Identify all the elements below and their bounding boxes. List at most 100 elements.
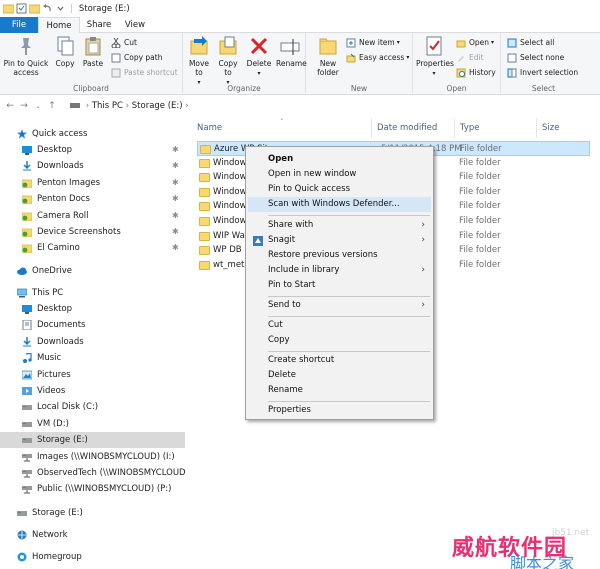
pin-quick-access-button[interactable]: Pin to Quick access [3, 35, 49, 77]
breadcrumb-separator-icon: › [185, 101, 189, 111]
sidebar-item-pc[interactable]: Desktop [0, 301, 185, 317]
sidebar-item-label: Pictures [37, 369, 71, 380]
edit-button[interactable]: Edit [456, 52, 484, 64]
menu-item-pin-start[interactable]: Pin to Start [248, 278, 431, 293]
sidebar-item-pinned[interactable]: Penton Docs ✱ [0, 191, 185, 207]
sidebar-item-label: Penton Images [37, 177, 101, 188]
sidebar-item-this-pc[interactable]: This PC [0, 285, 185, 301]
menu-item-properties[interactable]: Properties [248, 403, 431, 418]
chevron-down-icon[interactable] [55, 3, 66, 14]
move-to-button[interactable]: Move to ▾ [186, 35, 212, 87]
sidebar-item-onedrive[interactable]: OneDrive [0, 263, 185, 279]
sidebar-item-pc[interactable]: Local Disk (C:) [0, 399, 185, 415]
menu-item-delete[interactable]: Delete [248, 368, 431, 383]
forward-arrow-icon[interactable]: → [17, 101, 31, 111]
sidebar-item-pc[interactable]: Images (\\WINOBSMYCLOUD) (I:) [0, 449, 185, 465]
open-button[interactable]: Open ▾ [456, 37, 494, 49]
sidebar-item-pc[interactable]: Public (\\WINOBSMYCLOUD) (P:) [0, 481, 185, 497]
sidebar-item-quick-access[interactable]: Quick access [0, 126, 185, 142]
folder-icon [199, 260, 210, 270]
homegroup-icon [17, 552, 27, 562]
menu-item-open[interactable]: Open [248, 152, 431, 167]
copy-path-icon [111, 53, 121, 63]
easy-access-button[interactable]: Easy access ▾ [346, 52, 409, 64]
sidebar-item-pc[interactable]: Videos [0, 383, 185, 399]
tab-share[interactable]: Share [82, 17, 116, 33]
sidebar-item-pc[interactable]: ObservedTech (\\WINOBSMYCLOUD) (O [0, 465, 185, 481]
recent-locations-chevron-icon[interactable]: ⌄ [31, 103, 45, 110]
tab-home[interactable]: Home [38, 17, 80, 33]
menu-item-pin-quick-access[interactable]: Pin to Quick access [248, 182, 431, 197]
up-arrow-icon[interactable]: ↑ [45, 101, 59, 111]
sidebar-item-pinned[interactable]: Desktop ✱ [0, 142, 185, 158]
copy-button[interactable]: Copy [52, 35, 78, 68]
file-type: File folder [459, 201, 501, 212]
column-header-date[interactable]: Date modified [372, 118, 455, 138]
sidebar-item-homegroup[interactable]: Homegroup [0, 549, 185, 565]
history-button[interactable]: History [456, 67, 496, 79]
sidebar-item-pc[interactable]: Downloads [0, 334, 185, 350]
column-header-name[interactable]: Name ˄ [192, 118, 372, 138]
sidebar-item-pc[interactable]: Storage (E:) [0, 432, 185, 449]
sidebar-item-label: Music [37, 353, 62, 364]
menu-item-rename[interactable]: Rename [248, 383, 431, 398]
title-bar: | Storage (E:) [0, 0, 600, 17]
divider: | [70, 3, 73, 14]
sidebar-item-label: Quick access [32, 129, 88, 139]
select-all-button[interactable]: Select all [507, 37, 554, 49]
new-item-label: New item [359, 38, 395, 47]
delete-button[interactable]: Delete ▾ [246, 35, 272, 78]
menu-item-send-to[interactable]: Send to › [248, 298, 431, 313]
invert-selection-button[interactable]: Invert selection [507, 67, 578, 79]
tab-view[interactable]: View [118, 17, 152, 33]
sidebar-item-pinned[interactable]: Camera Roll ✱ [0, 208, 185, 224]
submenu-arrow-icon: › [421, 300, 425, 310]
new-folder-button[interactable]: New folder [313, 35, 343, 77]
breadcrumb-this-pc[interactable]: This PC [92, 101, 123, 111]
undo-icon[interactable] [42, 3, 53, 14]
sidebar-item-pc[interactable]: Music [0, 350, 185, 366]
breadcrumb-storage[interactable]: Storage (E:) [132, 101, 183, 111]
sidebar-item-pc[interactable]: Documents [0, 317, 185, 333]
new-folder-icon[interactable] [28, 3, 41, 14]
sidebar-item-pc[interactable]: VM (D:) [0, 416, 185, 432]
sidebar-item-pinned[interactable]: El Camino ✱ [0, 240, 185, 256]
sidebar-item-pinned[interactable]: Penton Images ✱ [0, 175, 185, 191]
menu-item-cut[interactable]: Cut [248, 318, 431, 333]
properties-icon[interactable] [16, 3, 27, 14]
easy-access-icon [346, 53, 356, 63]
edit-label: Edit [469, 53, 484, 62]
menu-item-restore-versions[interactable]: Restore previous versions [248, 248, 431, 263]
submenu-arrow-icon: › [421, 265, 425, 275]
delete-icon [248, 35, 270, 57]
properties-button[interactable]: Properties ▾ [416, 35, 454, 78]
menu-item-share-with[interactable]: Share with › [248, 218, 431, 233]
select-none-button[interactable]: Select none [507, 52, 564, 64]
sidebar-item-pinned[interactable]: Device Screenshots ✱ [0, 224, 185, 240]
copy-to-button[interactable]: Copy to ▾ [215, 35, 241, 87]
column-header-size[interactable]: Size [537, 118, 592, 138]
sidebar-item-network[interactable]: Network [0, 527, 185, 543]
paste-shortcut-button[interactable]: Paste shortcut [111, 67, 178, 79]
tab-file[interactable]: File [0, 17, 38, 33]
copy-to-label: Copy to [218, 59, 238, 77]
paste-button[interactable]: Paste [80, 35, 106, 68]
file-type: File folder [459, 216, 501, 226]
menu-item-copy[interactable]: Copy [248, 333, 431, 348]
sidebar-item-label: This PC [32, 288, 64, 298]
sidebar-item-pinned[interactable]: Downloads ✱ [0, 158, 185, 174]
back-arrow-icon[interactable]: ← [3, 101, 17, 111]
cut-button[interactable]: Cut [111, 37, 137, 49]
new-item-button[interactable]: New item ▾ [346, 37, 400, 49]
menu-item-include-library[interactable]: Include in library › [248, 263, 431, 278]
menu-item-create-shortcut[interactable]: Create shortcut [248, 353, 431, 368]
breadcrumb[interactable]: › This PC › Storage (E:) › [70, 98, 189, 114]
copy-path-button[interactable]: Copy path [111, 52, 162, 64]
sidebar-item-pc[interactable]: Pictures [0, 367, 185, 383]
menu-item-open-new-window[interactable]: Open in new window [248, 167, 431, 182]
column-header-type[interactable]: Type [455, 118, 537, 138]
rename-button[interactable]: Rename [276, 35, 307, 68]
sidebar-item-storage[interactable]: Storage (E:) [0, 505, 185, 521]
menu-item-scan-defender[interactable]: Scan with Windows Defender... [248, 197, 431, 212]
menu-item-snagit[interactable]: Snagit › [248, 233, 431, 248]
